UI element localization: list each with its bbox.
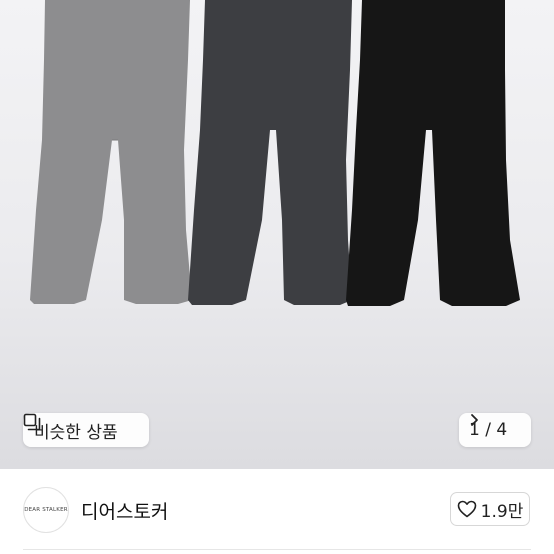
seller-name[interactable]: 디어스토커 xyxy=(81,497,168,524)
chevron-right-icon xyxy=(471,414,478,426)
seller-avatar[interactable]: DEAR STALKER xyxy=(23,487,69,533)
like-count: 1.9만 xyxy=(480,501,524,522)
similar-items-button[interactable]: 비슷한 상품 xyxy=(23,413,149,447)
heart-outline-icon xyxy=(457,500,476,518)
seller-avatar-logo: DEAR STALKER xyxy=(24,507,68,513)
pants-photo xyxy=(30,0,520,306)
divider xyxy=(23,549,531,550)
gray-pants xyxy=(30,0,192,304)
similar-items-label: 비슷한 상품 xyxy=(34,422,118,443)
black-pants xyxy=(346,0,520,306)
charcoal-pants xyxy=(188,0,352,305)
similar-items-icon xyxy=(23,413,41,431)
product-image[interactable]: 비슷한 상품 1 / 4 xyxy=(0,0,554,469)
like-button[interactable]: 1.9만 xyxy=(450,492,530,526)
image-counter-button[interactable]: 1 / 4 xyxy=(459,413,531,447)
